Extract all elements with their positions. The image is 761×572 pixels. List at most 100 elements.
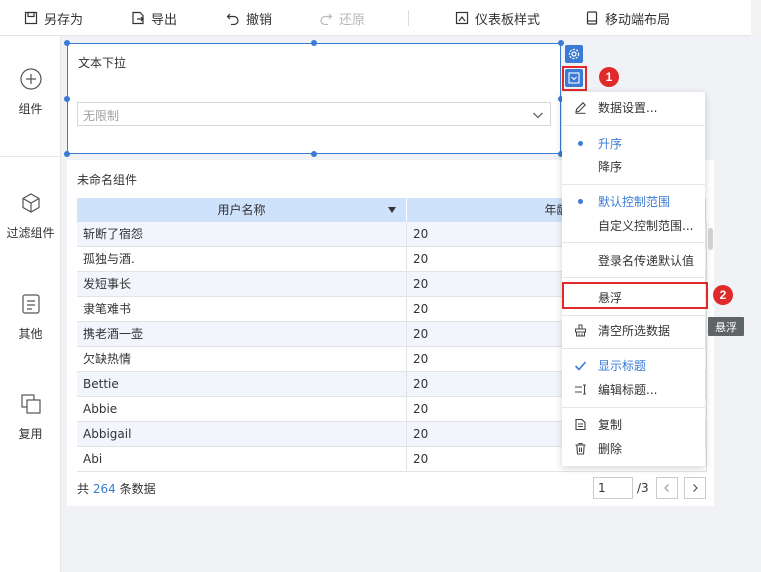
sort-down-icon[interactable]: [388, 207, 396, 213]
cell-username: Abi: [77, 447, 407, 471]
chevron-down-icon: [533, 112, 543, 119]
footer-prefix: 共: [77, 482, 90, 496]
chevron-right-icon: [693, 484, 698, 492]
dropdown-select[interactable]: 无限制: [77, 102, 551, 126]
resize-handle-top-left[interactable]: [64, 40, 70, 46]
document-icon: [21, 294, 40, 314]
redo-button[interactable]: 还原: [319, 8, 365, 28]
sidebar-item-other[interactable]: 其他: [0, 293, 61, 342]
highlight-box-menu-button: [562, 66, 587, 91]
copy-icon: [574, 418, 586, 430]
checkmark-icon: [574, 360, 586, 371]
menu-item-data-settings[interactable]: 数据设置...: [562, 96, 705, 118]
menu-item-edit-title[interactable]: 编辑标题...: [562, 378, 705, 400]
resize-handle-bottom[interactable]: [311, 151, 317, 157]
menu-item-login-default[interactable]: 登录名传递默认值: [562, 249, 705, 271]
menu-item-label: 删除: [598, 441, 623, 456]
cell-username: 斩断了宿怨: [77, 222, 407, 246]
menu-divider: [562, 315, 705, 316]
next-page-button[interactable]: [684, 477, 706, 499]
menu-item-ascending[interactable]: 升序: [562, 132, 705, 154]
settings-button[interactable]: [565, 45, 583, 63]
table-footer: 共 264 条数据: [77, 480, 156, 497]
resize-handle-top-right[interactable]: [558, 40, 564, 46]
resize-handle-bottom-left[interactable]: [64, 151, 70, 157]
tooltip: 悬浮: [708, 317, 744, 336]
dashboard-style-label: 仪表板样式: [475, 12, 541, 28]
menu-scrollbar-thumb[interactable]: [708, 228, 713, 250]
page-number-input[interactable]: 1: [593, 477, 633, 499]
reuse-icon: [20, 394, 41, 414]
menu-item-descending[interactable]: 降序: [562, 155, 705, 177]
highlight-box-float: [562, 282, 708, 309]
step-marker-2: 2: [713, 285, 733, 305]
sidebar-item-label: 复用: [18, 427, 43, 441]
undo-label: 撤销: [246, 12, 273, 28]
save-icon: [24, 11, 38, 25]
resize-handle-left[interactable]: [64, 96, 70, 102]
menu-item-copy[interactable]: 复制: [562, 413, 705, 435]
sidebar-item-label: 其他: [18, 327, 43, 341]
menu-item-label: 清空所选数据: [598, 323, 671, 338]
cell-username: Abbie: [77, 397, 407, 421]
menu-item-default-scope[interactable]: 默认控制范围: [562, 190, 705, 212]
menu-item-label: 复制: [598, 417, 623, 432]
menu-item-label: 数据设置...: [598, 100, 658, 115]
menu-item-show-title[interactable]: 显示标题: [562, 354, 705, 376]
footer-suffix: 条数据: [119, 482, 156, 496]
menu-item-label: 登录名传递默认值: [598, 253, 695, 268]
cell-username: 携老酒一壶: [77, 322, 407, 346]
redo-icon: [320, 13, 333, 25]
mobile-layout-label: 移动端布局: [605, 12, 671, 28]
chevron-left-icon: [664, 484, 669, 492]
menu-item-label: 编辑标题...: [598, 382, 658, 397]
menu-item-label: 默认控制范围: [598, 194, 671, 209]
menu-divider: [562, 407, 705, 408]
total-count: 264: [92, 482, 116, 496]
trash-icon: [575, 442, 585, 455]
clear-broom-icon: [574, 324, 586, 336]
menu-divider: [562, 242, 705, 243]
selected-dot-icon: [577, 140, 583, 146]
selected-dot-icon: [577, 198, 583, 204]
sidebar-item-label: 组件: [18, 102, 43, 116]
sidebar-item-filter-components[interactable]: 过滤组件: [0, 192, 61, 241]
filter-widget-title: 文本下拉: [78, 56, 127, 70]
text-dropdown-widget[interactable]: 文本下拉 无限制: [67, 43, 561, 154]
page-total: /3: [637, 481, 649, 495]
table-widget-title: 未命名组件: [77, 173, 138, 187]
sidebar-item-reuse[interactable]: 复用: [0, 393, 61, 442]
menu-divider: [562, 125, 705, 126]
sidebar-item-components[interactable]: 组件: [0, 68, 61, 117]
cell-username: Abbigail: [77, 422, 407, 446]
menu-divider: [562, 184, 705, 185]
context-menu: 数据设置... 升序 降序 默认控制范围 自定义控制范围... 登录名传递默认值…: [562, 92, 705, 466]
menu-item-delete[interactable]: 删除: [562, 437, 705, 459]
add-circle-icon: [19, 68, 42, 90]
menu-item-label: 升序: [598, 136, 623, 151]
sidebar-divider: [0, 156, 61, 157]
export-button[interactable]: 导出: [131, 8, 177, 28]
dashboard-style-button[interactable]: 仪表板样式: [455, 8, 540, 28]
step-marker-1: 1: [599, 67, 619, 87]
save-as-button[interactable]: 另存为: [24, 8, 83, 28]
save-as-label: 另存为: [44, 12, 84, 28]
gear-icon: [568, 48, 580, 60]
menu-divider: [562, 348, 705, 349]
edit-title-icon: [574, 383, 586, 395]
prev-page-button[interactable]: [656, 477, 678, 499]
toolbar: 另存为 导出 撤销 还原 仪表板样式 移动端布局: [0, 0, 761, 36]
cell-username: Bettie: [77, 372, 407, 396]
cell-username: 隶笔难书: [77, 297, 407, 321]
menu-item-custom-scope[interactable]: 自定义控制范围...: [562, 214, 705, 236]
toolbar-scrollbar[interactable]: [751, 0, 761, 36]
menu-item-clear-selected[interactable]: 清空所选数据: [562, 319, 705, 341]
mobile-layout-button[interactable]: 移动端布局: [585, 8, 670, 28]
mobile-icon: [586, 11, 598, 25]
menu-item-label: 降序: [598, 159, 623, 174]
dropdown-value: 无限制: [83, 109, 120, 123]
column-header-username[interactable]: 用户名称: [77, 198, 407, 222]
undo-button[interactable]: 撤销: [226, 8, 272, 28]
dashboard-style-icon: [455, 11, 469, 25]
resize-handle-top[interactable]: [311, 40, 317, 46]
